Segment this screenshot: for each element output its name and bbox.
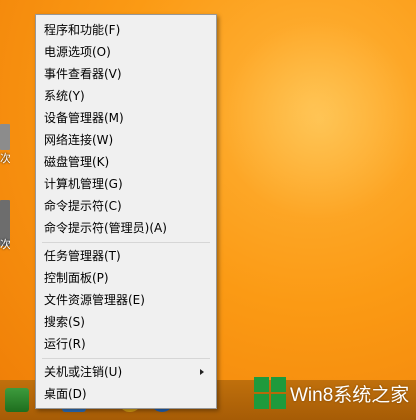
menu-item-power-options[interactable]: 电源选项(O) [38, 41, 214, 63]
menu-item-control-panel[interactable]: 控制面板(P) [38, 267, 214, 289]
menu-item-label: 关机或注销(U) [44, 365, 123, 379]
windows-logo-icon [254, 377, 286, 409]
desktop-icon-label: 次 [0, 238, 10, 251]
desktop-icon-label: 次 [0, 152, 10, 165]
desktop-icon-fragment[interactable] [0, 124, 10, 150]
menu-item-event-viewer[interactable]: 事件查看器(V) [38, 63, 214, 85]
menu-item-run[interactable]: 运行(R) [38, 333, 214, 355]
menu-item-disk-management[interactable]: 磁盘管理(K) [38, 151, 214, 173]
menu-item-task-manager[interactable]: 任务管理器(T) [38, 245, 214, 267]
desktop-glow [220, 20, 416, 220]
menu-separator [42, 358, 210, 359]
winx-context-menu: 程序和功能(F) 电源选项(O) 事件查看器(V) 系统(Y) 设备管理器(M)… [35, 14, 217, 409]
menu-separator [42, 242, 210, 243]
menu-item-device-manager[interactable]: 设备管理器(M) [38, 107, 214, 129]
watermark: Win8系统之家 [254, 375, 409, 411]
menu-item-network-connections[interactable]: 网络连接(W) [38, 129, 214, 151]
menu-item-computer-management[interactable]: 计算机管理(G) [38, 173, 214, 195]
menu-item-command-prompt[interactable]: 命令提示符(C) [38, 195, 214, 217]
submenu-arrow-icon [200, 369, 204, 375]
menu-item-desktop[interactable]: 桌面(D) [38, 383, 214, 405]
menu-item-command-prompt-admin[interactable]: 命令提示符(管理员)(A) [38, 217, 214, 239]
menu-item-file-explorer[interactable]: 文件资源管理器(E) [38, 289, 214, 311]
menu-item-shutdown-or-sign-out[interactable]: 关机或注销(U) [38, 361, 214, 383]
menu-item-programs-and-features[interactable]: 程序和功能(F) [38, 19, 214, 41]
menu-item-system[interactable]: 系统(Y) [38, 85, 214, 107]
start-icon[interactable] [5, 388, 29, 412]
watermark-text: Win8系统之家 [290, 384, 410, 406]
menu-item-search[interactable]: 搜索(S) [38, 311, 214, 333]
